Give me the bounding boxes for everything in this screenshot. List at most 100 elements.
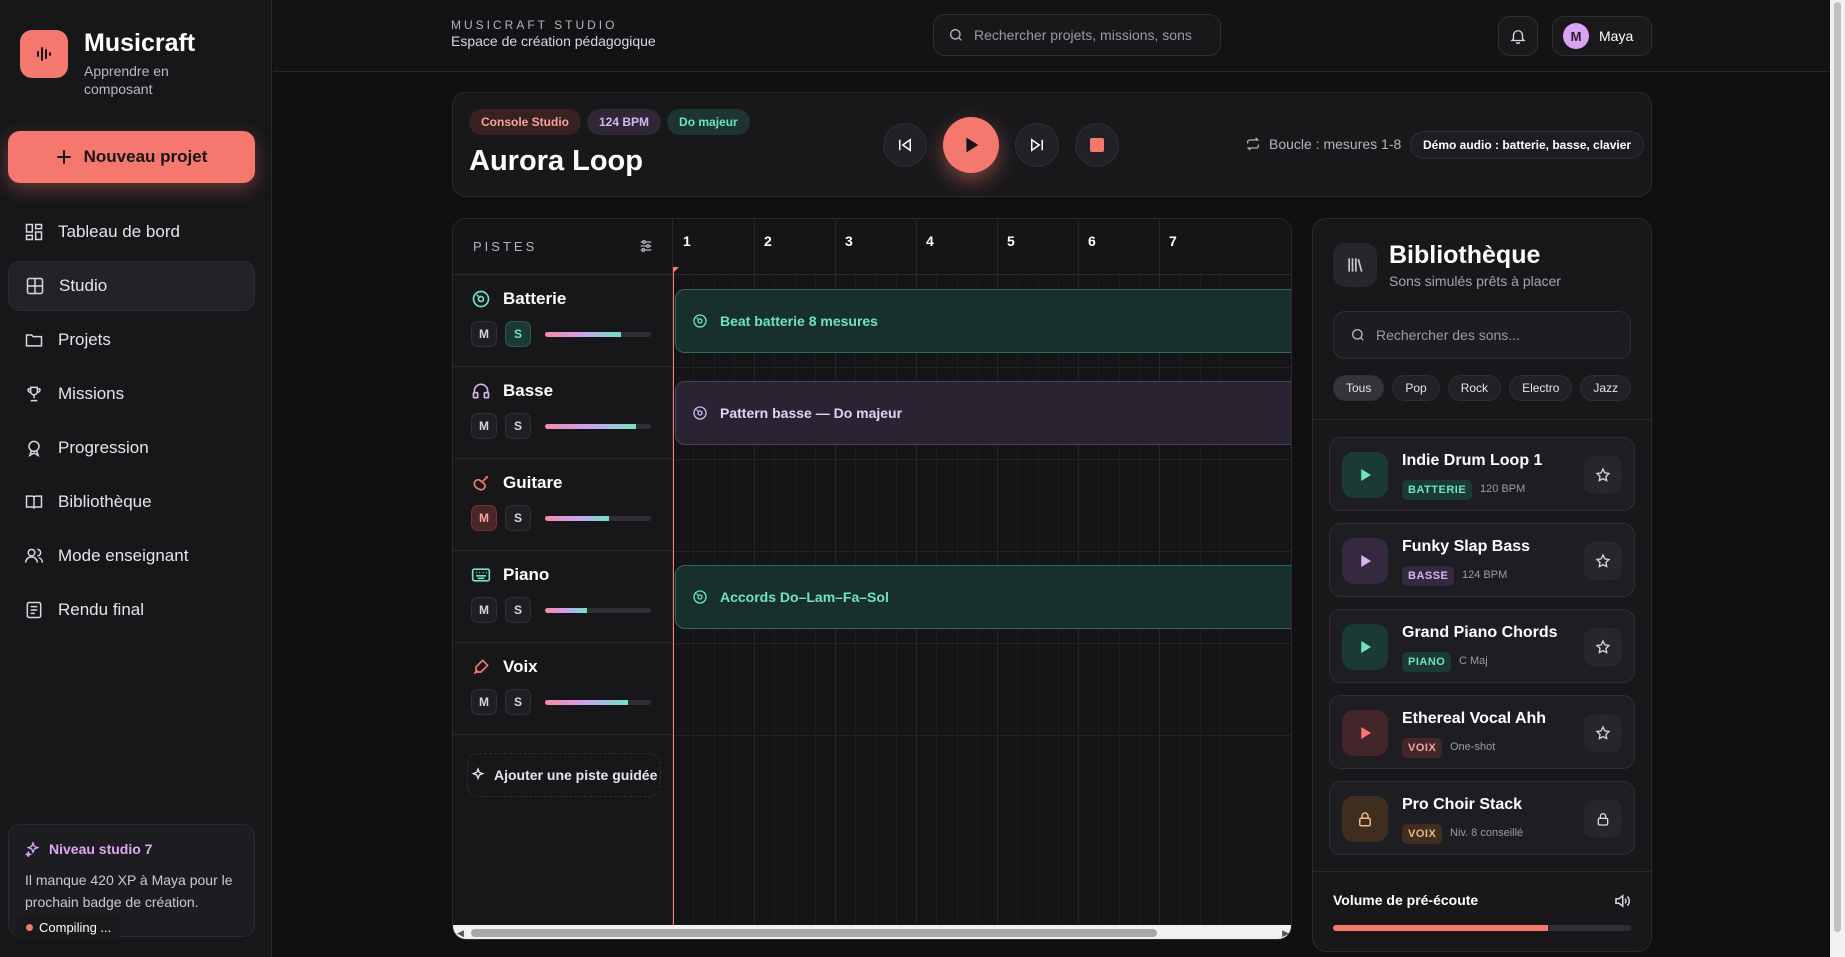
- sliders-icon[interactable]: [638, 238, 654, 254]
- preview-sound-button[interactable]: [1342, 710, 1388, 756]
- mute-button[interactable]: M: [471, 413, 497, 439]
- favorite-button[interactable]: [1584, 542, 1622, 580]
- next-button[interactable]: [1015, 123, 1059, 167]
- track-volume-slider[interactable]: [545, 423, 651, 429]
- solo-button[interactable]: S: [505, 597, 531, 623]
- sound-search-input[interactable]: Rechercher des sons...: [1333, 311, 1631, 359]
- timeline-clip[interactable]: Pattern basse — Do majeur: [675, 381, 1291, 445]
- timeline[interactable]: 1 2 3 4 5 6 7 Beat batterie 8 mesures Pattern b…: [673, 219, 1291, 925]
- sound-tag: VOIX: [1402, 738, 1443, 758]
- bar-ruler[interactable]: 1 2 3 4 5 6 7: [673, 219, 1291, 275]
- demo-audio-chip[interactable]: Démo audio : batterie, basse, clavier: [1410, 131, 1645, 159]
- grid-icon: [26, 277, 44, 295]
- sidebar-nav: Tableau de bord Studio Projets Missions Prog…: [8, 207, 255, 639]
- mute-button[interactable]: M: [471, 505, 497, 531]
- mute-button[interactable]: M: [471, 689, 497, 715]
- favorite-button[interactable]: [1584, 714, 1622, 752]
- sound-card[interactable]: Grand Piano Chords PIANO C Maj: [1329, 609, 1635, 683]
- sound-card[interactable]: Pro Choir Stack VOIX Niv. 8 conseillé: [1329, 781, 1635, 855]
- sound-card[interactable]: Ethereal Vocal Ahh VOIX One-shot: [1329, 695, 1635, 769]
- locked-sound-button[interactable]: [1342, 796, 1388, 842]
- solo-button[interactable]: S: [505, 413, 531, 439]
- track-list: Batterie M S Basse M S Guitare M S Piano: [453, 275, 673, 939]
- microphone-icon: [473, 659, 489, 675]
- tracks-header: PISTES: [453, 219, 673, 275]
- timeline-clip[interactable]: Accords Do–Lam–Fa–Sol: [675, 565, 1291, 629]
- bar-number[interactable]: 6: [1088, 233, 1096, 249]
- stop-button[interactable]: [1075, 123, 1119, 167]
- loop-toggle[interactable]: Boucle : mesures 1-8: [1245, 136, 1401, 152]
- scroll-right-icon[interactable]: ▶: [1282, 928, 1289, 939]
- scrollbar-thumb[interactable]: [471, 929, 1157, 937]
- sound-tag: VOIX: [1402, 824, 1443, 844]
- sidebar-item-0[interactable]: Tableau de bord: [8, 207, 255, 257]
- preview-sound-button[interactable]: [1342, 538, 1388, 584]
- bar-number[interactable]: 1: [683, 233, 691, 249]
- sidebar-item-3[interactable]: Missions: [8, 369, 255, 419]
- speaker-icon[interactable]: [1613, 892, 1631, 910]
- preview-volume-slider[interactable]: [1333, 925, 1631, 931]
- track-volume-slider[interactable]: [545, 607, 651, 613]
- mute-button[interactable]: M: [471, 597, 497, 623]
- track-row[interactable]: Guitare M S: [453, 459, 672, 551]
- locked-button[interactable]: [1584, 800, 1622, 838]
- loop-clip-icon: [693, 314, 707, 328]
- sidebar-item-1[interactable]: Studio: [8, 261, 255, 311]
- favorite-button[interactable]: [1584, 456, 1622, 494]
- sidebar-item-7[interactable]: Rendu final: [8, 585, 255, 635]
- favorite-button[interactable]: [1584, 628, 1622, 666]
- track-name: Guitare: [503, 473, 563, 492]
- add-guided-track-button[interactable]: Ajouter une piste guidée: [467, 753, 661, 797]
- solo-button[interactable]: S: [505, 321, 531, 347]
- preview-sound-button[interactable]: [1342, 452, 1388, 498]
- filter-chip[interactable]: Electro: [1509, 375, 1573, 401]
- track-volume-slider[interactable]: [545, 331, 651, 337]
- solo-button[interactable]: S: [505, 505, 531, 531]
- timeline-clip[interactable]: Beat batterie 8 mesures: [675, 289, 1291, 353]
- sound-card[interactable]: Funky Slap Bass BASSE 124 BPM: [1329, 523, 1635, 597]
- track-volume-slider[interactable]: [545, 699, 651, 705]
- sound-meta: 124 BPM: [1462, 569, 1508, 581]
- brand[interactable]: Musicraft Apprendre en composant: [20, 29, 204, 98]
- library-subtitle: Sons simulés prêts à placer: [1389, 273, 1561, 289]
- filter-chip[interactable]: Pop: [1392, 375, 1440, 401]
- mute-button[interactable]: M: [471, 321, 497, 347]
- track-row[interactable]: Voix M S: [453, 643, 672, 735]
- sidebar-item-5[interactable]: Bibliothèque: [8, 477, 255, 527]
- bar-number[interactable]: 7: [1169, 233, 1177, 249]
- headphones-icon: [472, 383, 490, 399]
- track-volume-slider[interactable]: [545, 515, 651, 521]
- filter-chip[interactable]: Tous: [1333, 375, 1385, 401]
- playhead[interactable]: [673, 269, 674, 925]
- filter-chip[interactable]: Rock: [1447, 375, 1502, 401]
- user-menu-button[interactable]: M Maya: [1552, 16, 1652, 56]
- play-icon: [1361, 555, 1371, 567]
- play-button[interactable]: [943, 117, 999, 173]
- page-scrollbar[interactable]: [1830, 0, 1845, 957]
- track-row[interactable]: Piano M S: [453, 551, 672, 643]
- app-root: Musicraft Apprendre en composant Nouveau…: [0, 0, 1845, 957]
- bar-number[interactable]: 4: [926, 233, 934, 249]
- scroll-left-icon[interactable]: ◀: [457, 928, 464, 939]
- notifications-button[interactable]: [1498, 16, 1538, 56]
- sidebar-item-4[interactable]: Progression: [8, 423, 255, 473]
- bar-number[interactable]: 5: [1007, 233, 1015, 249]
- lock-icon: [1597, 813, 1609, 826]
- global-search-input[interactable]: Rechercher projets, missions, sons: [933, 14, 1221, 56]
- bar-number[interactable]: 2: [764, 233, 772, 249]
- track-row[interactable]: Basse M S: [453, 367, 672, 459]
- lane-divider: [673, 367, 1291, 368]
- sidebar-item-6[interactable]: Mode enseignant: [8, 531, 255, 581]
- sidebar-item-2[interactable]: Projets: [8, 315, 255, 365]
- sound-card[interactable]: Indie Drum Loop 1 BATTERIE 120 BPM: [1329, 437, 1635, 511]
- previous-button[interactable]: [883, 123, 927, 167]
- page-scrollbar-thumb[interactable]: [1834, 2, 1841, 932]
- preview-sound-button[interactable]: [1342, 624, 1388, 670]
- timeline-scrollbar[interactable]: ◀ ▶: [453, 925, 1291, 939]
- filter-chip[interactable]: Jazz: [1580, 375, 1632, 401]
- track-row[interactable]: Batterie M S: [453, 275, 672, 367]
- solo-button[interactable]: S: [505, 689, 531, 715]
- sparkles-icon: [471, 767, 485, 781]
- new-project-button[interactable]: Nouveau projet: [8, 131, 255, 183]
- bar-number[interactable]: 3: [845, 233, 853, 249]
